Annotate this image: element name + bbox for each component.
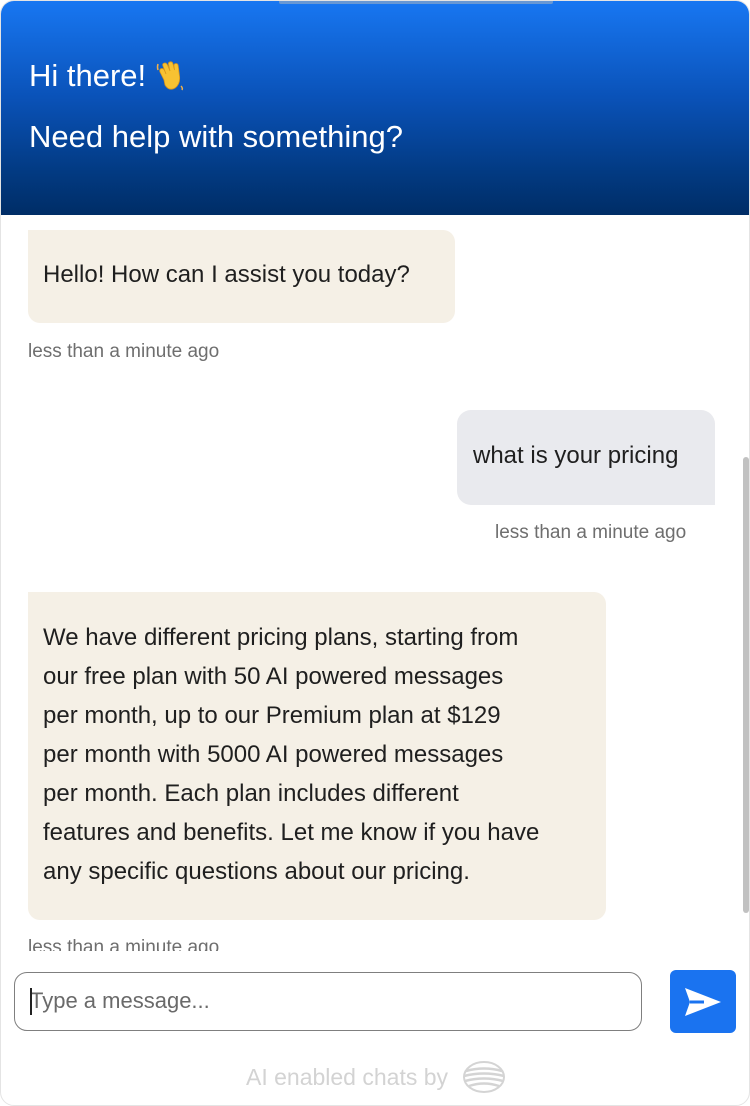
powered-by-footer: AI enabled chats by xyxy=(1,1059,749,1095)
message-list[interactable]: Hello! How can I assist you today? less … xyxy=(1,215,749,951)
message-input[interactable] xyxy=(30,973,630,1029)
message-input-box[interactable] xyxy=(14,972,642,1031)
chat-widget: Hi there! Need help with something? Hell… xyxy=(0,0,750,1106)
header-subtitle: Need help with something? xyxy=(29,119,403,154)
scrollbar-thumb[interactable] xyxy=(743,457,749,913)
bot-message: We have different pricing plans, startin… xyxy=(28,592,606,920)
message-line: features and benefits. Let me know if yo… xyxy=(43,819,540,846)
message-timestamp: less than a minute ago xyxy=(28,341,220,362)
message-line: We have different pricing plans, startin… xyxy=(43,624,519,651)
drag-handle[interactable] xyxy=(279,1,553,4)
send-arrow-icon xyxy=(685,987,721,1016)
waving-hand-icon xyxy=(156,61,184,91)
greeting-text: Hi there! xyxy=(29,58,147,93)
message-line: our free plan with 50 AI powered message… xyxy=(43,663,504,690)
footer-text: AI enabled chats by xyxy=(245,1063,449,1090)
message-text: Hello! How can I assist you today? xyxy=(43,261,410,288)
greeting: Hi there! xyxy=(29,57,186,95)
message-line: any specific questions about our pricing… xyxy=(43,858,470,885)
text-caret xyxy=(30,988,32,1015)
brand-logo-icon[interactable] xyxy=(462,1060,506,1094)
send-button[interactable] xyxy=(670,970,736,1033)
user-message: what is your pricing xyxy=(457,410,715,505)
bot-message: Hello! How can I assist you today? xyxy=(28,230,455,323)
message-line: per month, up to our Premium plan at $12… xyxy=(43,702,501,729)
chat-header: Hi there! Need help with something? xyxy=(1,1,749,215)
message-line: per month with 5000 AI powered messages xyxy=(43,741,504,768)
message-timestamp: less than a minute ago xyxy=(495,522,687,543)
message-line: per month. Each plan includes different xyxy=(43,780,459,807)
message-timestamp: less than a minute ago xyxy=(28,937,220,951)
message-text: what is your pricing xyxy=(473,442,679,469)
